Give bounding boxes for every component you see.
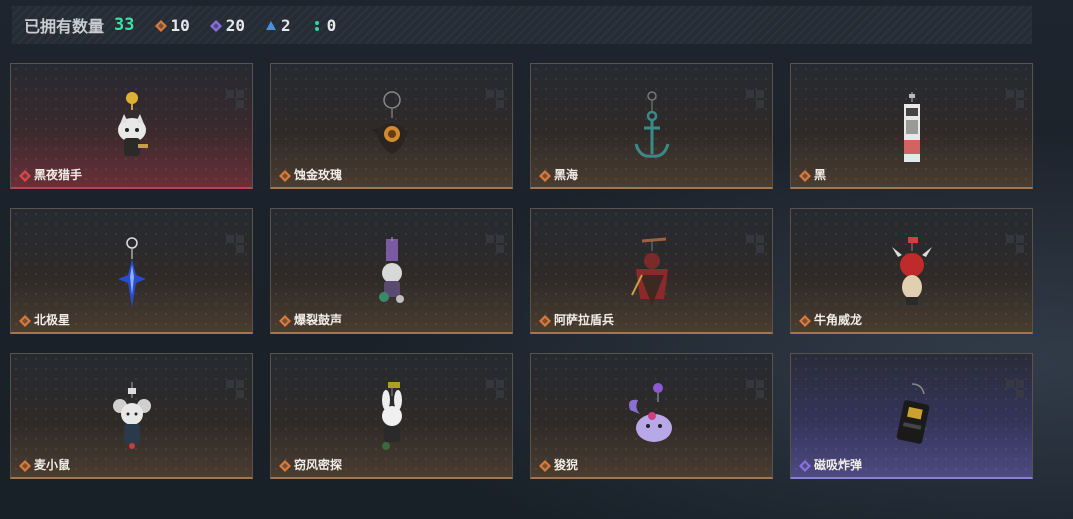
orange-gem-icon <box>279 169 291 182</box>
corner-decoration <box>226 90 244 108</box>
stat-orange: 10 <box>154 15 190 35</box>
charm-grid: 黑夜猎手 蚀金玫瑰 黑海 黑 北极星 爆裂鼓声 阿萨拉盾兵 牛角威龙 麦小鼠 窃… <box>10 63 1033 479</box>
charm-label: 牛角威龙 <box>799 311 862 328</box>
stat-purple: 20 <box>209 15 246 35</box>
anchor-charm-icon <box>622 90 682 170</box>
corner-decoration <box>746 380 764 398</box>
charm-card[interactable]: 窃风密探 <box>270 353 513 479</box>
cat-warrior-charm-icon <box>102 90 162 170</box>
charm-label: 阿萨拉盾兵 <box>539 311 614 328</box>
charm-name: 牛角威龙 <box>814 313 863 327</box>
orange-gem-icon <box>19 459 31 472</box>
charm-label: 蚀金玫瑰 <box>279 166 342 183</box>
corner-decoration <box>746 235 764 253</box>
charm-card[interactable]: 蚀金玫瑰 <box>270 63 513 189</box>
orange-gem-icon <box>279 314 291 327</box>
charm-name: 磁吸炸弹 <box>814 458 863 472</box>
stat-orange-value: 10 <box>170 15 190 35</box>
horned-dragon-charm-icon <box>882 235 942 315</box>
charm-name: 北极星 <box>34 313 71 327</box>
orange-gem-icon <box>154 20 167 32</box>
owned-count-value: 33 <box>114 15 135 35</box>
blue-gem-icon <box>265 20 277 30</box>
charm-card[interactable]: 麦小鼠 <box>10 353 253 479</box>
stat-green: 0 <box>311 15 337 35</box>
charm-label: 麦小鼠 <box>19 456 70 473</box>
charm-name: 黑海 <box>554 168 579 182</box>
corner-decoration <box>1006 380 1024 398</box>
corner-decoration <box>226 380 244 398</box>
charm-card[interactable]: 狻猊 <box>530 353 773 479</box>
bomb-charm-icon <box>882 380 942 460</box>
orange-gem-icon <box>799 169 811 182</box>
charm-name: 蚀金玫瑰 <box>294 168 343 182</box>
star-blade-charm-icon <box>102 235 162 315</box>
charm-card[interactable]: 磁吸炸弹 <box>790 353 1033 479</box>
purple-gem-icon <box>799 459 811 472</box>
charm-label: 窃风密探 <box>279 456 342 473</box>
green-dots-icon <box>311 20 321 31</box>
charm-card[interactable]: 阿萨拉盾兵 <box>530 208 773 334</box>
stat-blue-value: 2 <box>281 15 291 35</box>
charm-name: 黑 <box>814 168 827 182</box>
rabbit-agent-charm-icon <box>362 380 422 460</box>
lion-beast-charm-icon <box>622 380 682 460</box>
stat-purple-value: 20 <box>225 15 246 35</box>
charm-name: 麦小鼠 <box>34 458 71 472</box>
orange-gem-icon <box>539 169 551 182</box>
corner-decoration <box>486 90 504 108</box>
corner-decoration <box>746 90 764 108</box>
charm-card[interactable]: 黑夜猎手 <box>10 63 253 189</box>
stat-blue: 2 <box>265 16 291 35</box>
drummer-charm-icon <box>362 235 422 315</box>
charm-card[interactable]: 黑 <box>790 63 1033 189</box>
orange-gem-icon <box>539 459 551 472</box>
shield-soldier-charm-icon <box>622 235 682 315</box>
owned-count-label: 已拥有数量 <box>24 17 105 36</box>
purple-gem-icon <box>209 20 222 32</box>
charm-name: 窃风密探 <box>294 458 343 472</box>
charm-name: 爆裂鼓声 <box>294 313 343 327</box>
charm-card[interactable]: 牛角威龙 <box>790 208 1033 334</box>
corner-decoration <box>226 235 244 253</box>
orange-gem-icon <box>279 459 291 472</box>
mouse-charm-icon <box>102 380 162 460</box>
charm-label: 狻猊 <box>539 456 578 473</box>
corner-decoration <box>1006 235 1024 253</box>
corner-decoration <box>486 235 504 253</box>
charm-label: 黑夜猎手 <box>19 166 82 183</box>
orange-gem-icon <box>799 314 811 327</box>
orange-gem-icon <box>19 314 31 327</box>
charm-label: 黑海 <box>539 166 578 183</box>
owned-summary-bar: 已拥有数量 33 10 20 2 0 <box>12 6 1032 44</box>
tag-charm-icon <box>882 90 942 170</box>
charm-label: 爆裂鼓声 <box>279 311 342 328</box>
rose-orb-charm-icon <box>362 90 422 170</box>
charm-label: 磁吸炸弹 <box>799 456 862 473</box>
corner-decoration <box>1006 90 1024 108</box>
stat-green-value: 0 <box>326 15 337 35</box>
charm-name: 阿萨拉盾兵 <box>554 313 615 327</box>
charm-card[interactable]: 北极星 <box>10 208 253 334</box>
charm-label: 黑 <box>799 166 826 183</box>
charm-card[interactable]: 黑海 <box>530 63 773 189</box>
corner-decoration <box>486 380 504 398</box>
orange-gem-icon <box>539 314 551 327</box>
red-gem-icon <box>19 169 31 182</box>
charm-label: 北极星 <box>19 311 70 328</box>
charm-name: 黑夜猎手 <box>34 168 83 182</box>
charm-card[interactable]: 爆裂鼓声 <box>270 208 513 334</box>
charm-name: 狻猊 <box>554 458 579 472</box>
